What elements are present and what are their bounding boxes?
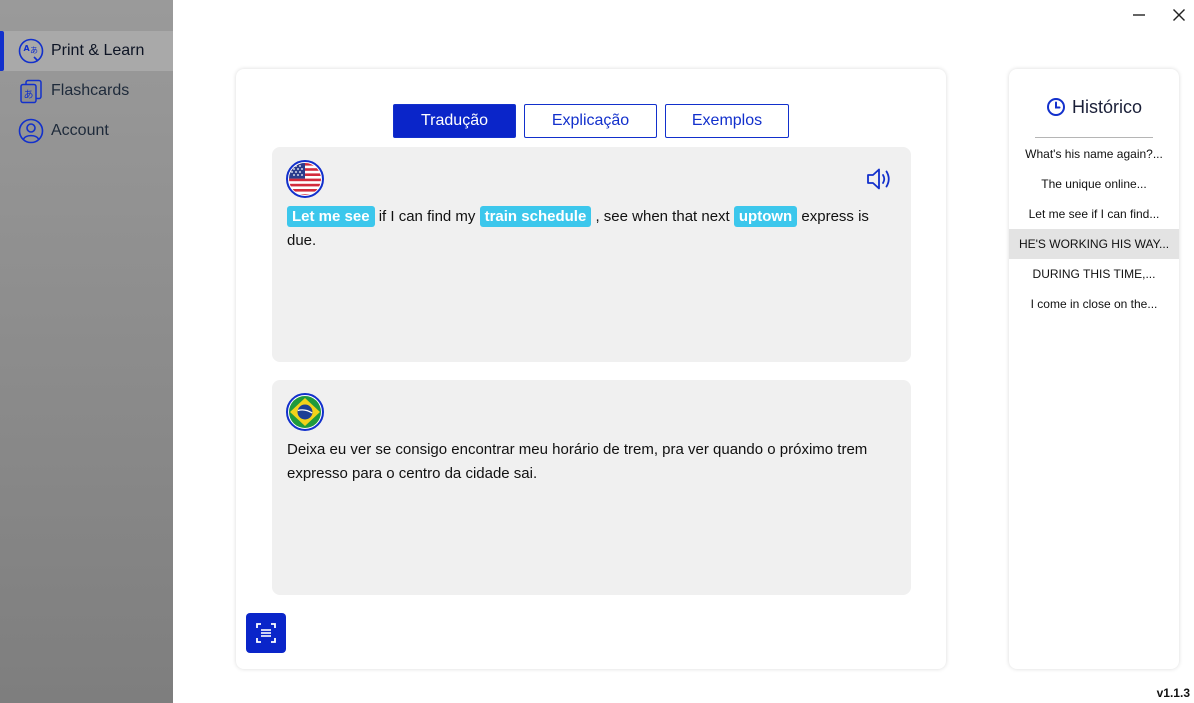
tab-explicacao[interactable]: Explicação <box>524 104 657 138</box>
sidebar-item-label: Flashcards <box>51 82 130 99</box>
highlighted-phrase[interactable]: Let me see <box>287 206 375 227</box>
highlighted-phrase[interactable]: uptown <box>733 206 798 227</box>
minimize-button[interactable] <box>1128 4 1150 26</box>
version-label: v1.1.3 <box>1156 686 1190 700</box>
history-item[interactable]: The unique online... <box>1009 169 1179 199</box>
clock-icon <box>1046 98 1065 116</box>
history-panel: Histórico What's his name again?... The … <box>1009 69 1179 669</box>
svg-text:あ: あ <box>24 89 34 101</box>
sidebar: A あ Print & Learn あ Flashcards Account <box>0 0 173 703</box>
us-flag-icon <box>286 160 324 198</box>
speaker-icon[interactable] <box>865 166 893 192</box>
sidebar-item-label: Account <box>51 122 109 139</box>
source-text: Let me see if I can find my train schedu… <box>287 205 891 253</box>
tab-traducao[interactable]: Tradução <box>393 104 516 138</box>
tab-exemplos[interactable]: Exemplos <box>665 104 789 138</box>
close-icon <box>1173 9 1185 21</box>
history-title: Histórico <box>1071 96 1142 117</box>
history-item[interactable]: DURING THIS TIME,... <box>1009 259 1179 289</box>
plain-text: if I can find my <box>374 208 480 225</box>
source-panel: Let me see if I can find my train schedu… <box>272 147 911 362</box>
divider <box>1035 137 1153 138</box>
brazil-flag-icon <box>286 393 324 431</box>
history-item[interactable]: Let me see if I can find... <box>1009 199 1179 229</box>
plain-text: , see when that next <box>591 208 734 225</box>
history-item[interactable]: HE'S WORKING HIS WAY... <box>1009 229 1179 259</box>
translation-panel: Deixa eu ver se consigo encontrar meu ho… <box>272 380 911 595</box>
translation-card: Tradução Explicação Exemplos Let me see … <box>236 69 946 669</box>
sidebar-item-flashcards[interactable]: あ Flashcards <box>0 71 173 111</box>
history-item[interactable]: What's his name again?... <box>1009 139 1179 169</box>
scan-icon <box>256 623 276 643</box>
history-header: Histórico <box>1009 95 1179 119</box>
close-button[interactable] <box>1168 4 1190 26</box>
history-item[interactable]: I come in close on the... <box>1009 289 1179 319</box>
sidebar-item-print-learn[interactable]: A あ Print & Learn <box>0 31 173 71</box>
highlighted-phrase[interactable]: train schedule <box>479 206 592 227</box>
svg-text:あ: あ <box>30 46 38 55</box>
minimize-icon <box>1133 14 1145 16</box>
user-icon <box>18 118 44 144</box>
translate-icon: A あ <box>18 38 44 64</box>
sidebar-item-label: Print & Learn <box>51 42 145 59</box>
translation-text: Deixa eu ver se consigo encontrar meu ho… <box>287 441 868 482</box>
scan-button[interactable] <box>246 613 286 653</box>
sidebar-item-account[interactable]: Account <box>0 111 173 151</box>
flashcards-icon: あ <box>18 78 44 104</box>
